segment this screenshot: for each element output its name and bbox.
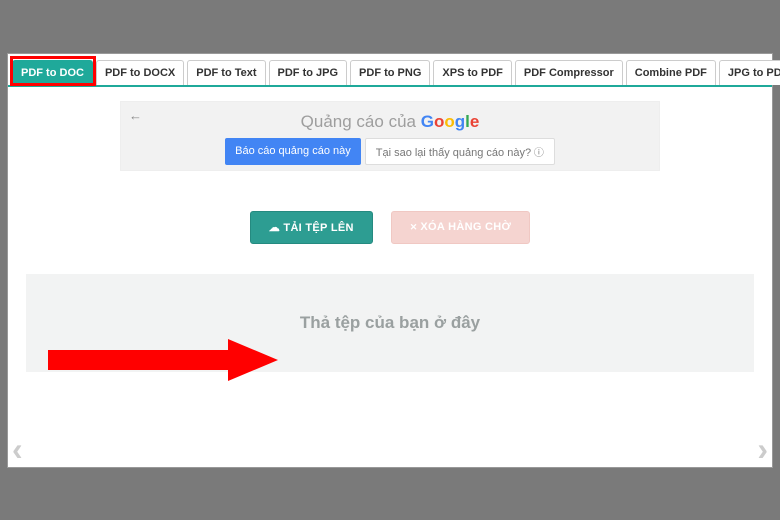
- tab-jpg-to-pdf[interactable]: JPG to PDF: [719, 60, 780, 85]
- action-row: TẢI TỆP LÊN XÓA HÀNG CHỜ: [8, 211, 772, 244]
- google-logo-text: Google: [421, 112, 480, 131]
- tab-pdf-to-doc[interactable]: PDF to DOC: [12, 60, 93, 85]
- ad-button-row: Báo cáo quảng cáo này Tại sao lại thấy q…: [121, 138, 659, 165]
- main-content: ← Quảng cáo của Google Báo cáo quảng cáo…: [8, 101, 772, 478]
- prev-chevron-icon[interactable]: ‹: [12, 431, 23, 468]
- app-window: PDF to DOCPDF to DOCXPDF to TextPDF to J…: [7, 53, 773, 468]
- report-ad-button[interactable]: Báo cáo quảng cáo này: [225, 138, 361, 165]
- clear-queue-button[interactable]: XÓA HÀNG CHỜ: [391, 211, 530, 244]
- why-ad-button[interactable]: Tại sao lại thấy quảng cáo này?: [365, 138, 555, 165]
- tab-pdf-to-png[interactable]: PDF to PNG: [350, 60, 430, 85]
- tab-pdf-to-docx[interactable]: PDF to DOCX: [96, 60, 184, 85]
- ad-title-prefix: Quảng cáo của: [301, 112, 421, 131]
- tab-pdf-to-jpg[interactable]: PDF to JPG: [269, 60, 348, 85]
- tab-bar: PDF to DOCPDF to DOCXPDF to TextPDF to J…: [8, 54, 772, 87]
- google-ad-box: ← Quảng cáo của Google Báo cáo quảng cáo…: [120, 101, 660, 171]
- back-arrow-icon[interactable]: ←: [129, 108, 142, 123]
- tab-pdf-to-text[interactable]: PDF to Text: [187, 60, 265, 85]
- tab-xps-to-pdf[interactable]: XPS to PDF: [433, 60, 512, 85]
- tab-pdf-compressor[interactable]: PDF Compressor: [515, 60, 623, 85]
- upload-button[interactable]: TẢI TỆP LÊN: [250, 211, 373, 244]
- dropzone-text: Thả tệp của bạn ở đây: [300, 313, 480, 333]
- ad-title: Quảng cáo của Google: [121, 112, 659, 132]
- red-arrow-annotation: [48, 335, 278, 385]
- tab-combine-pdf[interactable]: Combine PDF: [626, 60, 716, 85]
- next-chevron-icon[interactable]: ›: [757, 431, 768, 468]
